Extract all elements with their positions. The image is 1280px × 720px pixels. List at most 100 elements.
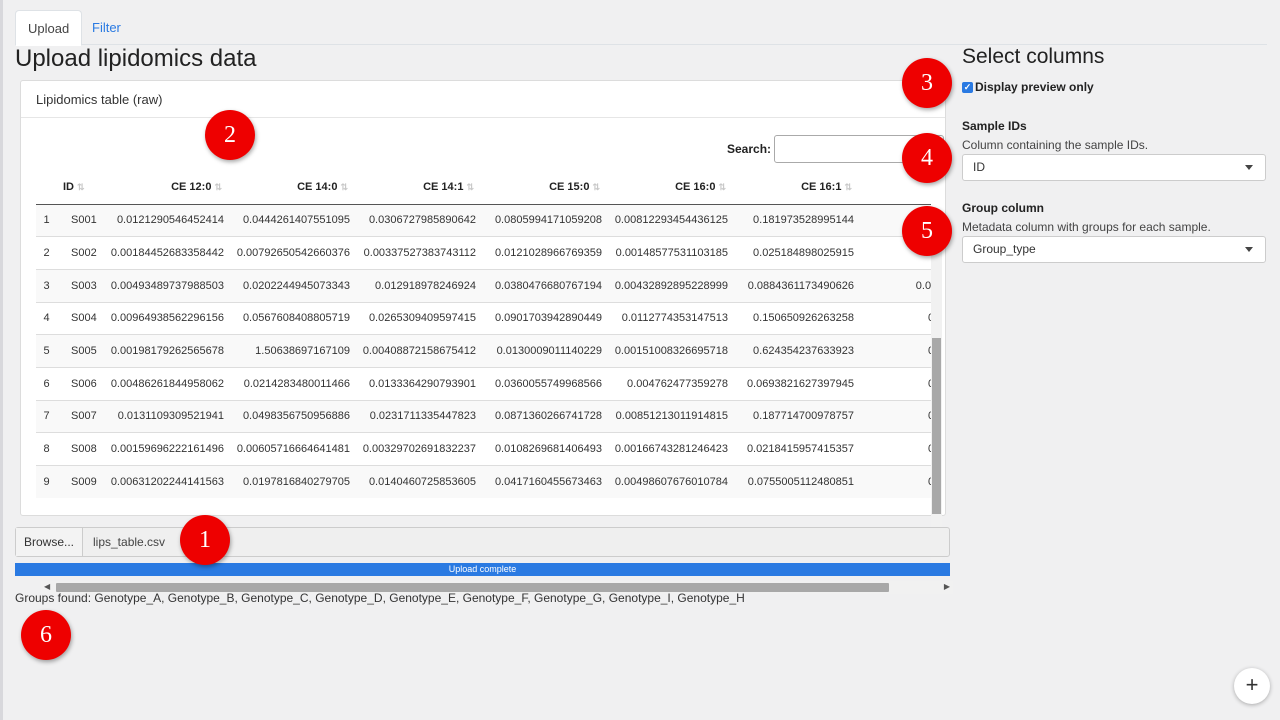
column-header-label: CE 12:0 (171, 181, 212, 194)
sort-icon[interactable]: ⇅ (340, 182, 348, 192)
display-preview-checkbox-row[interactable]: ✓ Display preview only (962, 80, 1094, 94)
value-cell: 0.00159696222161496 (102, 432, 228, 466)
column-header[interactable]: CE 14:0 ⇅ (228, 171, 354, 205)
table-row[interactable]: 5 S005 0.00198179262565678 1.50638697167109… (36, 334, 931, 368)
vertical-scrollbar[interactable]: ▲ ▼ (931, 211, 942, 577)
value-cell: 0.00493489737988503 (102, 268, 228, 303)
value-cell: 0.00148577531103185 (606, 236, 732, 270)
value-cell: 0.0961478 (858, 399, 931, 433)
row-index: 2 (36, 236, 57, 270)
tab-upload[interactable]: Upload (15, 10, 83, 46)
column-header[interactable]: ID ⇅ (57, 171, 102, 205)
sample-ids-value: ID (973, 160, 985, 174)
table-row[interactable]: 2 S002 0.00184452683358442 0.00792650542660… (36, 236, 931, 270)
group-column-select[interactable]: Group_type (962, 236, 1266, 263)
value-cell: 0.00605716664641481 (228, 432, 354, 466)
column-header[interactable]: CE 16:0 ⇅ (606, 171, 732, 205)
table-body: 1 S001 0.0121290546452414 0.044426140755109… (36, 203, 931, 498)
value-cell: 0.025184898025915 (732, 236, 858, 270)
value-cell: 0.187714700978757 (732, 399, 858, 433)
value-cell: 0.0498356750956886 (228, 399, 354, 433)
value-cell: 0.0693821627397945 (732, 366, 858, 401)
value-cell: 0.00812293454436125 (606, 203, 732, 237)
vertical-scroll-thumb[interactable] (932, 338, 941, 514)
column-header-label: CE 15:0 (549, 181, 590, 194)
browse-button[interactable]: Browse... (16, 528, 83, 556)
scroll-right-icon[interactable]: ▶ (944, 582, 950, 591)
table-row[interactable]: 1 S001 0.0121290546452414 0.044426140755109… (36, 203, 931, 237)
sort-icon[interactable]: ⇅ (844, 182, 852, 192)
value-cell: 0.0133364290793901 (354, 366, 480, 401)
table-row[interactable]: 3 S003 0.00493489737988503 0.02022449450733… (36, 268, 931, 303)
annotation-badge-3: 3 (902, 58, 952, 108)
sample-id-cell: S007 (57, 399, 102, 433)
table-row[interactable]: 6 S006 0.00486261844958062 0.02142834800114… (36, 366, 931, 401)
sample-ids-help: Column containing the sample IDs. (962, 138, 1149, 152)
value-cell: 0.00337527383743112 (354, 236, 480, 270)
page-title: Upload lipidomics data (15, 45, 257, 72)
sample-ids-label: Sample IDs (962, 119, 1027, 133)
value-cell: 0.0214283480011466 (228, 366, 354, 401)
row-index: 9 (36, 465, 57, 498)
add-button[interactable]: + (1234, 668, 1270, 704)
value-cell: 0.0567608408805719 (228, 301, 354, 335)
column-header[interactable]: CE 14:1 ⇅ (354, 171, 480, 205)
value-cell: 0.0901703942890449 (480, 301, 606, 335)
value-cell: 0.00964938562296156 (102, 301, 228, 335)
table-row[interactable]: 8 S008 0.00159696222161496 0.00605716664641… (36, 432, 931, 466)
data-table: ID ⇅ CE 12:0 ⇅ CE 14:0 ⇅ CE 14:1 ⇅ CE 15:0 ⇅ CE 16… (36, 171, 931, 498)
value-cell: 0.0202244945073343 (228, 268, 354, 303)
value-cell: 0.0306727985890642 (354, 203, 480, 237)
group-column-label: Group column (962, 201, 1044, 215)
table-row[interactable]: 9 S009 0.00631202244141563 0.01978168402797… (36, 465, 931, 498)
file-name-field[interactable]: lips_table.csv (83, 528, 165, 556)
sort-icon[interactable]: ⇅ (466, 182, 474, 192)
sort-icon[interactable]: ⇅ (77, 182, 85, 192)
sample-id-cell: S002 (57, 236, 102, 270)
value-cell: 0.00184452683358442 (102, 236, 228, 270)
table-row[interactable]: 4 S004 0.00964938562296156 0.05676084088057… (36, 301, 931, 335)
column-header-label: CE 16:0 (675, 181, 716, 194)
table-row[interactable]: 7 S007 0.0131109309521941 0.049835675095688… (36, 399, 931, 433)
column-header[interactable]: CE 12:0 ⇅ (102, 171, 228, 205)
value-cell: 0.00486261844958062 (102, 366, 228, 401)
value-cell: 0.0755005112480851 (732, 465, 858, 498)
sort-icon[interactable]: ⇅ (718, 182, 726, 192)
row-index: 1 (36, 203, 57, 237)
value-cell: 0.0197816840279705 (228, 465, 354, 498)
data-table-wrapper: ID ⇅ CE 12:0 ⇅ CE 14:0 ⇅ CE 14:1 ⇅ CE 15:0 ⇅ CE 16… (36, 171, 931, 498)
sample-id-cell: S004 (57, 301, 102, 335)
sample-id-cell: S005 (57, 334, 102, 368)
value-cell: 0.00498607676010784 (606, 465, 732, 498)
value-cell: 1.50638697167109 (228, 334, 354, 368)
group-column-help: Metadata column with groups for each sam… (962, 220, 1211, 234)
sort-icon[interactable]: ⇅ (592, 182, 600, 192)
value-cell: 0.00432892895228999 (606, 268, 732, 303)
value-cell: 0.624354237633923 (732, 334, 858, 368)
column-header[interactable]: CE 16:1 ⇅ (732, 171, 858, 205)
value-cell: 0.0112774353147513 (606, 301, 732, 335)
column-header[interactable]: CE 15:0 ⇅ (480, 171, 606, 205)
sample-id-cell: S006 (57, 366, 102, 401)
value-cell: 0.00151008326695718 (606, 334, 732, 368)
value-cell: 0.004762477359278 (606, 366, 732, 401)
value-cell: 0.00851213011914815 (606, 399, 732, 433)
value-cell: 0.00198179262565678 (102, 334, 228, 368)
value-cell: 0.0156130 (858, 432, 931, 466)
value-cell: 0.0360055749968566 (480, 366, 606, 401)
row-index: 7 (36, 399, 57, 433)
sort-icon[interactable]: ⇅ (214, 182, 222, 192)
value-cell: 0.0417160455673463 (480, 465, 606, 498)
value-cell: 0.00792650542660376 (228, 236, 354, 270)
value-cell: 0.00631202244141563 (102, 465, 228, 498)
tab-filter[interactable]: Filter (80, 10, 133, 45)
row-index: 8 (36, 432, 57, 466)
value-cell: 0.00166743281246423 (606, 432, 732, 466)
sample-id-cell: S001 (57, 203, 102, 237)
row-index: 3 (36, 268, 57, 303)
sample-ids-select[interactable]: ID (962, 154, 1266, 181)
checkbox-checked-icon[interactable]: ✓ (962, 81, 973, 93)
value-cell: 0.012918978246924 (354, 268, 480, 303)
scroll-left-icon[interactable]: ◀ (44, 582, 50, 591)
column-header[interactable] (36, 171, 57, 205)
